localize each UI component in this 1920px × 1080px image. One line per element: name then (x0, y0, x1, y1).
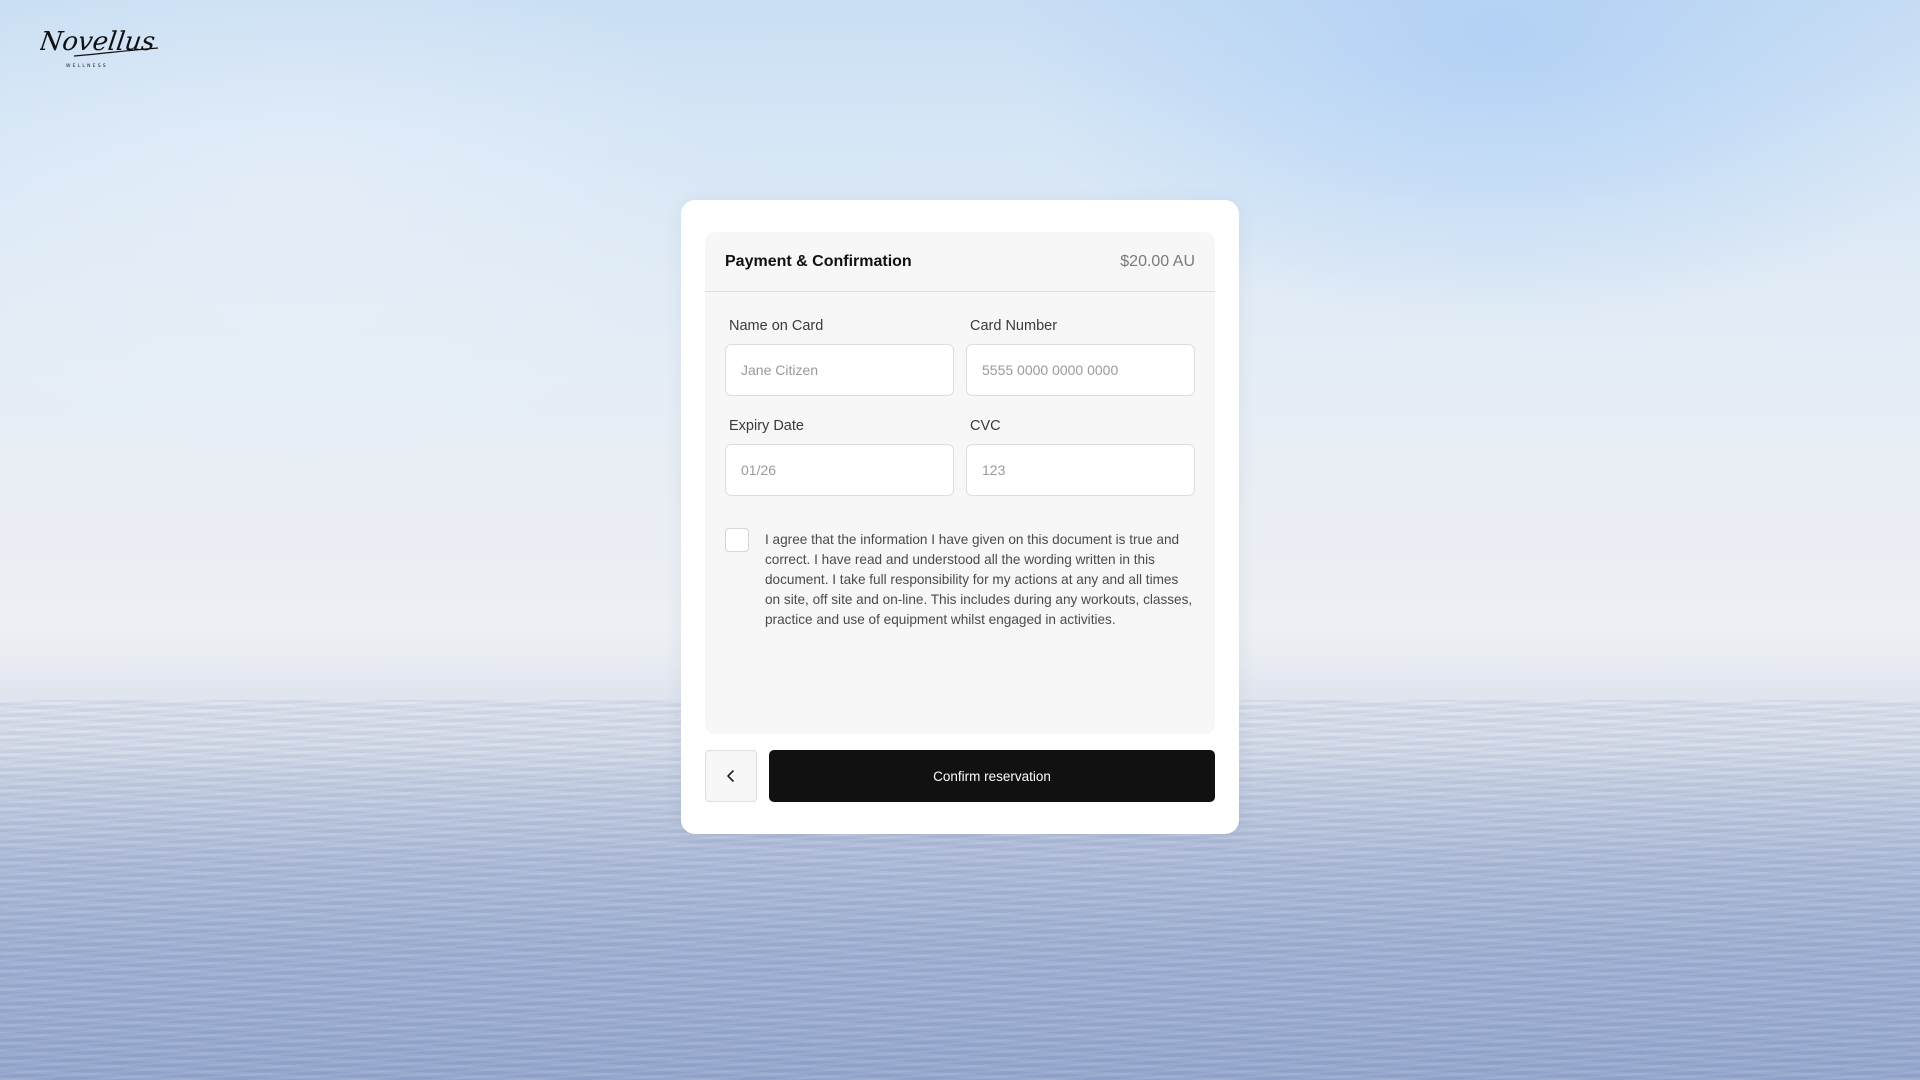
expiry-date-label: Expiry Date (729, 418, 804, 434)
page-background: Novellus WELLNESS Payment & Confirmation… (0, 0, 1920, 1080)
agreement-text: I agree that the information I have give… (765, 532, 1193, 627)
back-button[interactable] (705, 750, 757, 802)
price-label: $20.00 AU (1120, 252, 1195, 270)
card-fields: Name on Card Card Number Expiry Date CVC (705, 292, 1215, 496)
form-actions: Confirm reservation (705, 750, 1215, 802)
logo-script-text: Novellus (40, 27, 157, 57)
payment-card: Payment & Confirmation $20.00 AU Name on… (681, 200, 1239, 834)
name-field-group: Name on Card (725, 318, 954, 396)
card-number-input[interactable] (966, 344, 1195, 396)
panel-title: Payment & Confirmation (725, 252, 912, 270)
card-number-label: Card Number (970, 318, 1058, 334)
expiry-field-group: Expiry Date (725, 418, 954, 496)
chevron-left-icon (727, 770, 734, 782)
agreement-row: I agree that the information I have give… (705, 496, 1215, 630)
cvc-field-group: CVC (966, 418, 1195, 496)
name-on-card-input[interactable] (725, 344, 954, 396)
agreement-checkbox[interactable] (725, 528, 749, 552)
name-on-card-label: Name on Card (729, 318, 824, 334)
confirm-reservation-button[interactable]: Confirm reservation (769, 750, 1215, 802)
logo-subtitle: WELLNESS (66, 63, 108, 69)
panel-header: Payment & Confirmation $20.00 AU (705, 232, 1215, 292)
payment-panel: Payment & Confirmation $20.00 AU Name on… (705, 232, 1215, 734)
cvc-input[interactable] (966, 444, 1195, 496)
card-number-field-group: Card Number (966, 318, 1195, 396)
expiry-date-input[interactable] (725, 444, 954, 496)
cvc-label: CVC (970, 418, 1001, 434)
brand-logo[interactable]: Novellus WELLNESS (40, 26, 160, 70)
